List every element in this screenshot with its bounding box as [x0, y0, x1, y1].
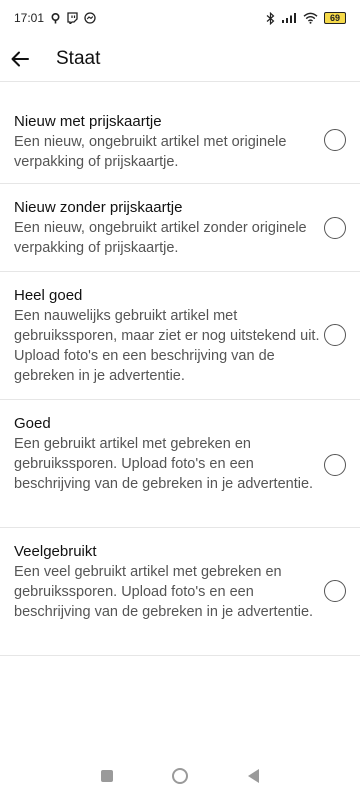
option-veelgebruikt[interactable]: Veelgebruikt Een veel gebruikt artikel m…	[0, 528, 360, 656]
option-nieuw-zonder-prijskaartje[interactable]: Nieuw zonder prijskaartje Een nieuw, ong…	[0, 184, 360, 272]
radio-button[interactable]	[324, 454, 346, 476]
condition-options-list: Nieuw met prijskaartje Een nieuw, ongebr…	[0, 98, 360, 656]
option-description: Een nieuw, ongebruikt artikel met origin…	[14, 134, 287, 170]
status-time: 17:01	[14, 11, 45, 25]
home-icon	[171, 768, 188, 784]
option-text: Veelgebruikt Een veel gebruikt artikel m…	[14, 542, 346, 622]
option-title: Nieuw zonder prijskaartje	[14, 199, 183, 216]
app-bar: Staat	[0, 36, 360, 82]
option-text: Heel goed Een nauwelijks gebruikt artike…	[14, 286, 346, 386]
option-description: Een nieuw, ongebruikt artikel zonder ori…	[14, 220, 307, 256]
back-triangle-icon	[247, 769, 259, 783]
battery-icon: 69	[324, 12, 346, 24]
system-back-button[interactable]	[233, 756, 273, 796]
option-title: Heel goed	[14, 287, 83, 304]
option-text: Goed Een gebruikt artikel met gebreken e…	[14, 414, 346, 494]
twitch-icon	[67, 12, 78, 24]
radio-button[interactable]	[324, 580, 346, 602]
back-button[interactable]	[0, 39, 40, 79]
option-title: Goed	[14, 415, 51, 432]
status-bar: 17:01 69	[0, 0, 360, 36]
status-right: 69	[266, 11, 346, 25]
option-text: Nieuw met prijskaartje Een nieuw, ongebr…	[14, 112, 346, 172]
recents-icon	[100, 770, 113, 782]
status-left: 17:01	[14, 11, 96, 25]
radio-button[interactable]	[324, 129, 346, 151]
page-title: Staat	[56, 47, 101, 69]
wifi-icon	[303, 12, 318, 24]
messenger-icon	[84, 12, 96, 24]
option-nieuw-met-prijskaartje[interactable]: Nieuw met prijskaartje Een nieuw, ongebr…	[0, 98, 360, 184]
radio-button[interactable]	[324, 324, 346, 346]
option-text: Nieuw zonder prijskaartje Een nieuw, ong…	[14, 198, 346, 258]
system-nav-bar	[0, 752, 360, 800]
arrow-left-icon	[11, 51, 29, 67]
bluetooth-icon	[266, 11, 275, 25]
option-description: Een veel gebruikt artikel met gebreken e…	[14, 564, 314, 620]
recents-button[interactable]	[87, 756, 127, 796]
option-goed[interactable]: Goed Een gebruikt artikel met gebreken e…	[0, 400, 360, 528]
signal-icon	[281, 12, 297, 24]
option-description: Een nauwelijks gebruikt artikel met gebr…	[14, 308, 320, 384]
option-title: Nieuw met prijskaartje	[14, 113, 162, 130]
option-heel-goed[interactable]: Heel goed Een nauwelijks gebruikt artike…	[0, 272, 360, 400]
home-button[interactable]	[160, 756, 200, 796]
option-title: Veelgebruikt	[14, 543, 97, 560]
option-description: Een gebruikt artikel met gebreken en geb…	[14, 436, 314, 492]
radio-button[interactable]	[324, 217, 346, 239]
notification-a-icon	[50, 12, 61, 24]
